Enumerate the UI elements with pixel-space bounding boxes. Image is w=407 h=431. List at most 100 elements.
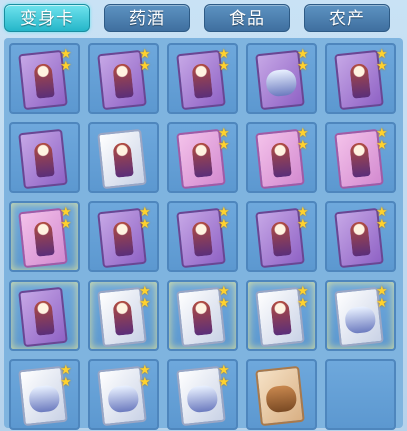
item-slot[interactable]: ★ ★ — [325, 43, 396, 114]
star-rating: ★ ★ — [139, 48, 153, 74]
star-icon: ★ — [218, 138, 230, 153]
item-slot[interactable]: ★ ★ — [9, 43, 80, 114]
item-slot[interactable]: ★ ★ — [167, 122, 238, 193]
character-icon — [349, 142, 371, 178]
star-rating: ★ ★ — [139, 206, 153, 232]
star-rating: ★ ★ — [218, 48, 232, 74]
star-icon: ★ — [297, 138, 309, 153]
star-icon: ★ — [60, 217, 72, 232]
item-slot[interactable]: ★ ★ — [246, 201, 317, 272]
star-icon: ★ — [139, 59, 151, 74]
star-rating: ★ ★ — [218, 206, 232, 232]
character-icon — [33, 142, 55, 178]
star-icon: ★ — [218, 375, 230, 390]
star-rating: ★ ★ — [297, 48, 311, 74]
star-icon: ★ — [139, 296, 151, 311]
star-rating: ★ ★ — [376, 48, 390, 74]
transform-card-icon — [255, 365, 305, 427]
tab-transform-card[interactable]: 变身卡 — [4, 4, 90, 32]
tab-food[interactable]: 食品 — [204, 4, 290, 32]
tab-medicine-wine[interactable]: 药酒 — [104, 4, 190, 32]
creature-icon — [186, 384, 219, 414]
star-rating: ★ ★ — [297, 285, 311, 311]
star-rating: ★ ★ — [376, 127, 390, 153]
character-icon — [349, 221, 371, 257]
transform-card-icon — [97, 128, 147, 190]
creature-icon — [107, 384, 140, 414]
star-icon: ★ — [60, 59, 72, 74]
star-icon: ★ — [218, 59, 230, 74]
item-slot[interactable]: ★ ★ — [88, 43, 159, 114]
star-rating: ★ ★ — [139, 364, 153, 390]
character-icon — [270, 300, 292, 336]
item-slot[interactable]: ★ ★ — [88, 280, 159, 351]
star-rating: ★ ★ — [218, 364, 232, 390]
creature-icon — [28, 384, 61, 414]
star-icon: ★ — [297, 296, 309, 311]
item-slot[interactable]: ★ ★ — [246, 122, 317, 193]
item-slot[interactable]: ★ ★ — [325, 280, 396, 351]
star-icon: ★ — [218, 296, 230, 311]
item-slot[interactable] — [88, 122, 159, 193]
star-rating: ★ ★ — [218, 127, 232, 153]
creature-icon — [265, 68, 298, 98]
item-slot[interactable] — [9, 122, 80, 193]
item-slot[interactable] — [246, 359, 317, 430]
item-slot[interactable]: ★ ★ — [9, 359, 80, 430]
character-icon — [191, 142, 213, 178]
star-rating: ★ ★ — [376, 206, 390, 232]
character-icon — [112, 300, 134, 336]
character-icon — [112, 221, 134, 257]
item-slot[interactable]: ★ ★ — [9, 201, 80, 272]
item-slot[interactable]: ★ ★ — [167, 43, 238, 114]
transform-card-icon — [18, 128, 68, 190]
character-icon — [112, 63, 134, 99]
character-icon — [112, 142, 134, 178]
star-icon: ★ — [139, 375, 151, 390]
item-slot[interactable]: ★ ★ — [246, 43, 317, 114]
empty-slot — [325, 359, 396, 430]
character-icon — [33, 63, 55, 99]
star-icon: ★ — [376, 59, 388, 74]
character-icon — [33, 221, 55, 257]
item-slot[interactable] — [9, 280, 80, 351]
star-icon: ★ — [376, 138, 388, 153]
character-icon — [191, 300, 213, 336]
category-tabs: 变身卡 药酒 食品 农产 — [0, 0, 407, 38]
star-rating: ★ ★ — [297, 127, 311, 153]
star-rating: ★ ★ — [218, 285, 232, 311]
star-rating: ★ ★ — [376, 285, 390, 311]
character-icon — [349, 63, 371, 99]
tab-farm-produce[interactable]: 农产 — [304, 4, 390, 32]
star-rating: ★ ★ — [297, 206, 311, 232]
item-slot[interactable]: ★ ★ — [325, 201, 396, 272]
item-slot[interactable]: ★ ★ — [88, 359, 159, 430]
inventory-panel: 变身卡 药酒 食品 农产 ★ ★ ★ ★ ★ ★ ★ ★ ★ ★ ★ ★ ★ ★ ★ ★ ★ ★ ★ ★ ★ ★ ★ ★ ★ ★ ★… — [0, 0, 407, 431]
character-icon — [33, 300, 55, 336]
star-rating: ★ ★ — [60, 206, 74, 232]
star-icon: ★ — [376, 296, 388, 311]
star-icon: ★ — [139, 217, 151, 232]
character-icon — [270, 221, 292, 257]
item-slot[interactable]: ★ ★ — [246, 280, 317, 351]
transform-card-icon — [18, 286, 68, 348]
character-icon — [191, 63, 213, 99]
item-grid: ★ ★ ★ ★ ★ ★ ★ ★ ★ ★ ★ ★ ★ ★ ★ ★ ★ ★ ★ ★ ★ ★ ★ ★ ★ ★ ★ ★ ★ ★ ★ ★ ★ ★ ★ ★ ★ ★ ★ ★ — [4, 38, 403, 430]
item-slot[interactable]: ★ ★ — [325, 122, 396, 193]
star-icon: ★ — [376, 217, 388, 232]
item-slot[interactable]: ★ ★ — [88, 201, 159, 272]
star-icon: ★ — [297, 217, 309, 232]
character-icon — [270, 142, 292, 178]
bear-icon — [265, 384, 298, 414]
creature-icon — [344, 305, 377, 335]
star-icon: ★ — [297, 59, 309, 74]
item-slot[interactable]: ★ ★ — [167, 201, 238, 272]
star-icon: ★ — [218, 217, 230, 232]
star-icon: ★ — [60, 375, 72, 390]
star-rating: ★ ★ — [139, 285, 153, 311]
item-slot[interactable]: ★ ★ — [167, 280, 238, 351]
star-rating: ★ ★ — [60, 48, 74, 74]
star-rating: ★ ★ — [60, 364, 74, 390]
item-slot[interactable]: ★ ★ — [167, 359, 238, 430]
character-icon — [191, 221, 213, 257]
